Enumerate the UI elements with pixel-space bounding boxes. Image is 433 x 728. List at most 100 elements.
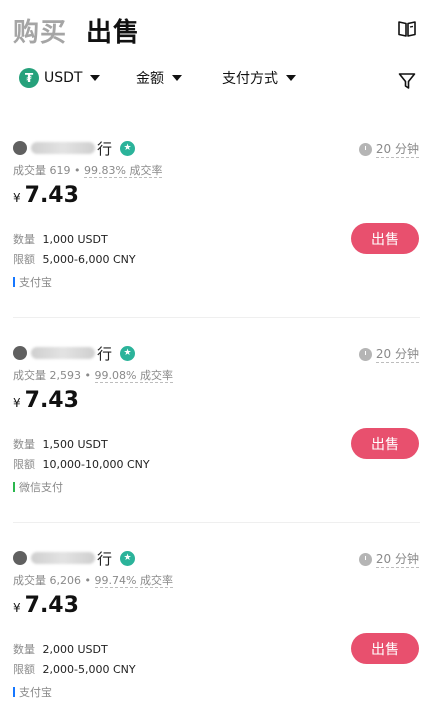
orders-count: 2,593 bbox=[49, 369, 82, 382]
payment-time-value: 20 分钟 bbox=[375, 347, 419, 363]
quantity-row: 数量 1,000 USDT bbox=[13, 231, 108, 247]
payment-time: 20 分钟 bbox=[358, 345, 419, 363]
chevron-down-icon bbox=[172, 75, 182, 81]
verified-badge-icon: ★ bbox=[120, 550, 136, 566]
clock-icon bbox=[358, 552, 372, 566]
completion-rate-label: 成交率 bbox=[139, 574, 173, 587]
quantity-value: 1,500 USDT bbox=[42, 438, 108, 451]
merchant-name-tail: 行 bbox=[97, 344, 113, 363]
merchant-name[interactable]: 行 ★ bbox=[13, 548, 136, 568]
payment-method-label: 支付宝 bbox=[19, 686, 52, 699]
completion-rate: 99.74% 成交率 bbox=[94, 574, 173, 588]
orders-count: 619 bbox=[49, 164, 71, 177]
currency-symbol: ¥ bbox=[13, 601, 21, 615]
payment-method: 支付宝 bbox=[13, 684, 52, 700]
price-value: 7.43 bbox=[24, 593, 79, 618]
listing-card: 行 ★ 20 分钟 成交量 619 • 99.83% 成交率 ¥ 7.43 数量… bbox=[0, 138, 433, 343]
orders-label: 成交量 bbox=[13, 369, 46, 382]
merchant-name-tail: 行 bbox=[97, 549, 113, 568]
chevron-down-icon bbox=[286, 75, 296, 81]
book-icon[interactable] bbox=[397, 19, 417, 39]
payment-time-value: 20 分钟 bbox=[375, 142, 419, 158]
payment-method: 支付宝 bbox=[13, 274, 52, 290]
currency-symbol: ¥ bbox=[13, 396, 21, 410]
completion-rate-label: 成交率 bbox=[139, 369, 173, 382]
blurred-name bbox=[31, 552, 95, 564]
tether-icon: ₮ bbox=[19, 68, 39, 88]
quantity-row: 数量 2,000 USDT bbox=[13, 641, 108, 657]
limit-value: 5,000-6,000 CNY bbox=[42, 253, 136, 266]
divider bbox=[13, 522, 420, 523]
merchant-stats: 成交量 6,206 • 99.74% 成交率 bbox=[13, 574, 173, 588]
merchant-stats: 成交量 2,593 • 99.08% 成交率 bbox=[13, 369, 173, 383]
limit-value: 2,000-5,000 CNY bbox=[42, 663, 136, 676]
payment-filter-label: 支付方式 bbox=[222, 71, 278, 87]
limit-row: 限额 5,000-6,000 CNY bbox=[13, 251, 136, 267]
amount-filter-label: 金额 bbox=[136, 71, 164, 87]
filter-bar: ₮ USDT 金额 支付方式 bbox=[0, 62, 433, 98]
clock-icon bbox=[358, 347, 372, 361]
limit-row: 限额 10,000-10,000 CNY bbox=[13, 456, 150, 472]
quantity-row: 数量 1,500 USDT bbox=[13, 436, 108, 452]
merchant-name[interactable]: 行 ★ bbox=[13, 343, 136, 363]
listing-card: 行 ★ 20 分钟 成交量 2,593 • 99.08% 成交率 ¥ 7.43 … bbox=[0, 343, 433, 548]
payment-time: 20 分钟 bbox=[358, 550, 419, 568]
quantity-label: 数量 bbox=[13, 438, 35, 451]
funnel-icon[interactable] bbox=[398, 72, 416, 90]
tab-sell[interactable]: 出售 bbox=[86, 12, 140, 49]
limit-label: 限额 bbox=[13, 253, 35, 266]
listing-card: 行 ★ 20 分钟 成交量 6,206 • 99.74% 成交率 ¥ 7.43 … bbox=[0, 548, 433, 728]
limit-label: 限额 bbox=[13, 458, 35, 471]
completion-rate-value: 99.08% bbox=[94, 369, 137, 382]
orders-count: 6,206 bbox=[49, 574, 82, 587]
verified-badge-icon: ★ bbox=[120, 345, 136, 361]
merchant-stats: 成交量 619 • 99.83% 成交率 bbox=[13, 164, 163, 178]
payment-method-label: 微信支付 bbox=[19, 481, 63, 494]
coin-filter-label: USDT bbox=[44, 70, 83, 86]
payment-time: 20 分钟 bbox=[358, 140, 419, 158]
divider bbox=[13, 317, 420, 318]
top-bar: 购买 出售 bbox=[0, 0, 433, 58]
completion-rate: 99.08% 成交率 bbox=[94, 369, 173, 383]
wechat-marker-icon bbox=[13, 482, 15, 492]
verified-badge-icon: ★ bbox=[120, 140, 136, 156]
clock-icon bbox=[358, 142, 372, 156]
payment-method-label: 支付宝 bbox=[19, 276, 52, 289]
quantity-value: 1,000 USDT bbox=[42, 233, 108, 246]
limit-value: 10,000-10,000 CNY bbox=[42, 458, 150, 471]
chevron-down-icon bbox=[90, 75, 101, 81]
price: ¥ 7.43 bbox=[13, 183, 79, 208]
completion-rate: 99.83% 成交率 bbox=[84, 164, 163, 178]
sell-button[interactable]: 出售 bbox=[351, 633, 419, 664]
limit-label: 限额 bbox=[13, 663, 35, 676]
completion-rate-label: 成交率 bbox=[129, 164, 163, 177]
price-value: 7.43 bbox=[24, 183, 79, 208]
alipay-marker-icon bbox=[13, 277, 15, 287]
payment-filter[interactable]: 支付方式 bbox=[222, 68, 296, 88]
merchant-name-tail: 行 bbox=[97, 139, 113, 158]
tab-buy[interactable]: 购买 bbox=[13, 12, 67, 49]
quantity-value: 2,000 USDT bbox=[42, 643, 108, 656]
payment-time-value: 20 分钟 bbox=[375, 552, 419, 568]
alipay-marker-icon bbox=[13, 687, 15, 697]
payment-method: 微信支付 bbox=[13, 479, 63, 495]
merchant-name[interactable]: 行 ★ bbox=[13, 138, 136, 158]
sell-button[interactable]: 出售 bbox=[351, 223, 419, 254]
quantity-label: 数量 bbox=[13, 643, 35, 656]
amount-filter[interactable]: 金额 bbox=[136, 68, 182, 88]
completion-rate-value: 99.74% bbox=[94, 574, 137, 587]
avatar bbox=[13, 551, 27, 565]
completion-rate-value: 99.83% bbox=[84, 164, 126, 177]
orders-label: 成交量 bbox=[13, 574, 46, 587]
price: ¥ 7.43 bbox=[13, 388, 79, 413]
sell-button[interactable]: 出售 bbox=[351, 428, 419, 459]
blurred-name bbox=[31, 347, 95, 359]
orders-label: 成交量 bbox=[13, 164, 46, 177]
quantity-label: 数量 bbox=[13, 233, 35, 246]
price-value: 7.43 bbox=[24, 388, 79, 413]
blurred-name bbox=[31, 142, 95, 154]
limit-row: 限额 2,000-5,000 CNY bbox=[13, 661, 136, 677]
avatar bbox=[13, 346, 27, 360]
coin-filter[interactable]: ₮ USDT bbox=[19, 68, 101, 88]
currency-symbol: ¥ bbox=[13, 191, 21, 205]
